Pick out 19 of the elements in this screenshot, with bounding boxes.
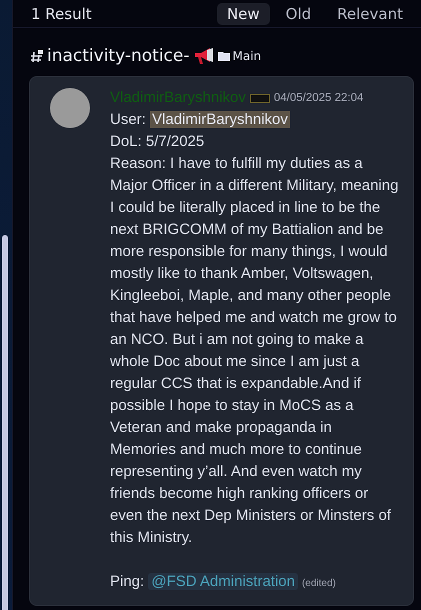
folder-icon <box>218 51 230 61</box>
message-label: User: <box>110 111 147 128</box>
user-mention[interactable]: VladimirBaryshnikov <box>150 111 290 128</box>
megaphone-icon <box>192 47 214 65</box>
message-text: Reason: I have to fulfill my duties as a Major Officer in a different Military, meaning I could be literally placed in line to be the next BRIGCOMM of my Battialion and be more responsible for many things, I would mostly like to thank Amber, Voltswagen, Kingleeboi, Maple, and many other people that have helped me and watch me grow to an NCO. But i am not going to make a whole Doc about me since I am just a regular CCS that is expandable.And if possible I hope to stay in MoCS as a Veteran and make propaganda in Memories and much more to continue representing y’all. And even watch my friends become high ranking officers or even the next Dep Ministers or Minsters of this Ministry. <box>110 154 399 548</box>
badge-icon <box>250 94 270 102</box>
message-text: DoL: 5/7/2025 <box>110 132 206 152</box>
channel-name[interactable]: inactivity-notice- <box>47 46 190 66</box>
role-mention[interactable]: @FSD Administration <box>148 573 298 590</box>
category-name: Main <box>232 49 262 63</box>
sort-tab[interactable]: Old <box>276 2 322 24</box>
timestamp: 04/05/2025 22:04 <box>274 91 364 106</box>
sort-tab[interactable]: Relevant <box>327 2 413 24</box>
avatar[interactable] <box>50 88 90 128</box>
message-label: Ping: <box>110 573 146 590</box>
sort-tab[interactable]: New <box>216 2 270 24</box>
hash-lock-icon <box>30 49 44 63</box>
result-count: 1 Result <box>31 4 93 22</box>
edited-label: (edited) <box>302 578 336 589</box>
